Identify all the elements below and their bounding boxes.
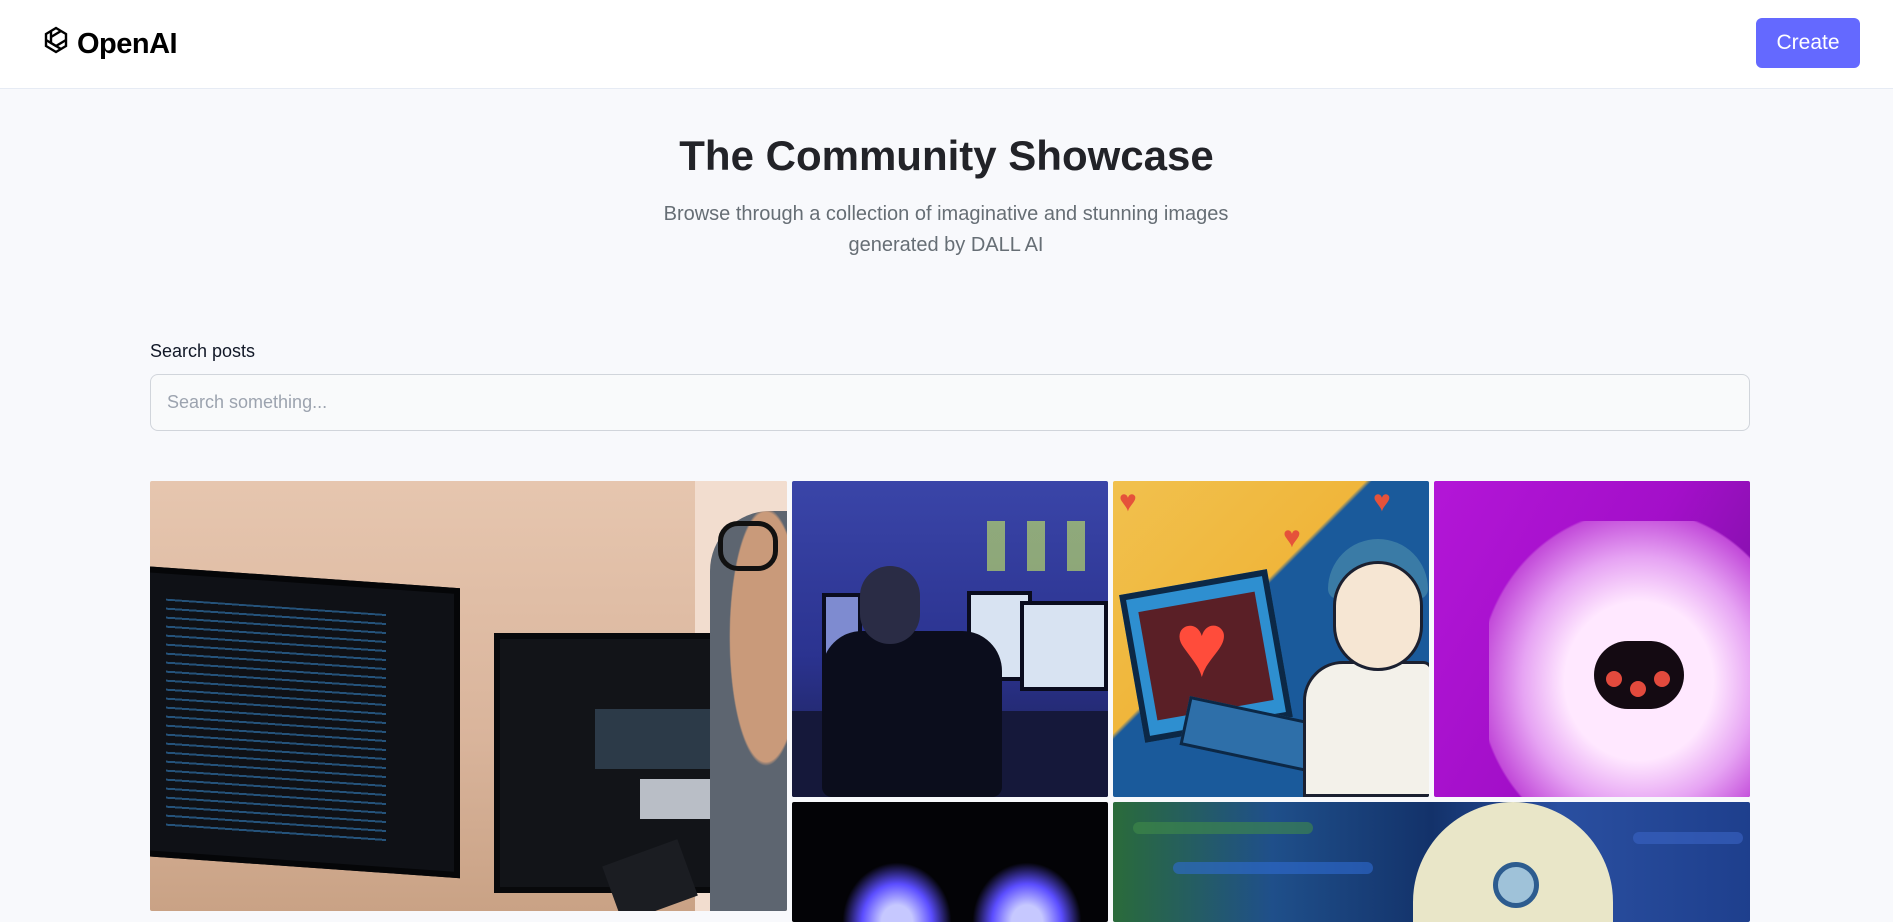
tile-detail	[166, 598, 386, 845]
tile-detail	[1630, 681, 1646, 697]
cartoon-heart-laptop-image[interactable]: ♥ ♥ ♥ ♥	[1113, 481, 1429, 797]
heart-icon: ♥	[1373, 485, 1391, 518]
logo-text: OpenAI	[77, 27, 178, 60]
tile-detail	[1020, 601, 1108, 691]
tile-detail	[1333, 561, 1423, 671]
tile-detail	[1303, 661, 1429, 797]
tile-detail	[1133, 822, 1313, 834]
tile-detail	[842, 862, 952, 922]
tile-detail	[1493, 862, 1539, 908]
tile-detail	[972, 862, 1082, 922]
tile-detail	[987, 521, 1097, 571]
search-input[interactable]	[150, 374, 1750, 431]
tile-detail	[1173, 862, 1373, 874]
dark-blue-glow-image[interactable]	[792, 802, 1108, 922]
tile-detail	[150, 565, 460, 879]
tile-detail	[822, 631, 1002, 797]
tile-detail	[1654, 671, 1670, 687]
heart-icon: ♥	[1283, 521, 1301, 554]
top-nav: OpenAI Create	[0, 0, 1893, 89]
tile-detail	[1633, 832, 1743, 844]
purple-furry-creature-image[interactable]	[1434, 481, 1750, 797]
page-title: The Community Showcase	[679, 132, 1214, 179]
openai-logo-icon	[39, 25, 73, 64]
developer-monitors-image[interactable]	[150, 481, 787, 911]
create-button[interactable]: Create	[1756, 18, 1860, 68]
skull-painting-image[interactable]	[1113, 802, 1750, 922]
tile-detail	[710, 511, 787, 911]
openai-logo[interactable]: OpenAI	[39, 25, 178, 64]
tile-detail	[718, 521, 778, 571]
tile-detail	[860, 566, 920, 644]
heart-icon: ♥	[1175, 596, 1229, 696]
search-label: Search posts	[150, 341, 256, 361]
page-subtitle: Browse through a collection of imaginati…	[663, 203, 1229, 256]
tile-detail	[640, 779, 720, 819]
heart-icon: ♥	[1119, 485, 1137, 518]
tile-detail	[1606, 671, 1622, 687]
man-at-monitors-image[interactable]	[792, 481, 1108, 797]
